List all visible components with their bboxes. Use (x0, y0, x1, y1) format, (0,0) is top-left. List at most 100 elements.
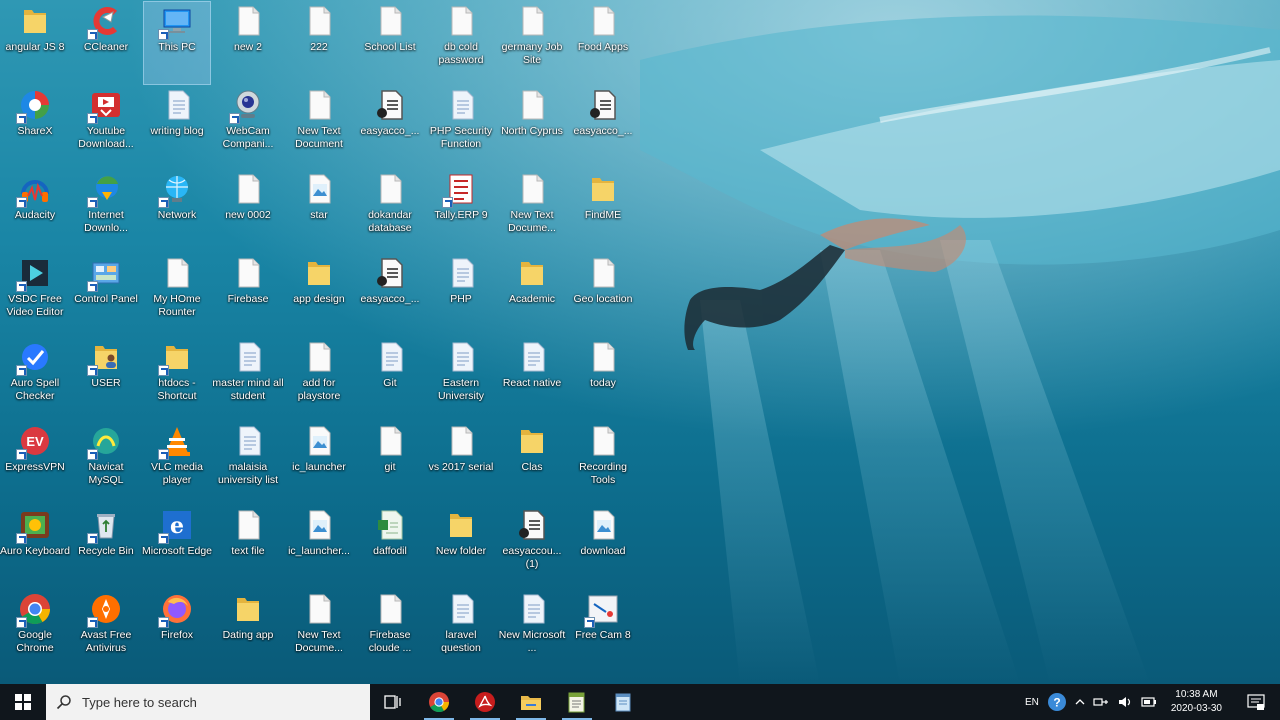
desktop-icon-new-0002[interactable]: new 0002 (215, 170, 281, 252)
desktop-icon-this-pc[interactable]: This PC (143, 1, 211, 85)
language-indicator[interactable]: EN (1021, 684, 1043, 720)
desktop-icon-db-cold-password[interactable]: db cold password (428, 2, 494, 84)
desktop-icon-recycle-bin[interactable]: Recycle Bin (73, 506, 139, 588)
desktop-icon-school-list[interactable]: School List (357, 2, 423, 84)
desktop-icon-label: malaisia university list (217, 461, 279, 486)
taskbar-search-box[interactable]: Type here to search (46, 684, 370, 720)
desktop-icon-git[interactable]: git (357, 422, 423, 504)
desktop-icon-user[interactable]: USER (73, 338, 139, 420)
desktop-icon-firebase[interactable]: Firebase (215, 254, 281, 336)
desktop-icon-ic-launcher[interactable]: ic_launcher (286, 422, 352, 504)
desktop-icon-food-apps[interactable]: Food Apps (570, 2, 636, 84)
desktop-icon-laravel-question[interactable]: laravel question (428, 590, 494, 672)
taskbar-chrome[interactable] (416, 684, 462, 720)
desktop-icon-dating-app[interactable]: Dating app (215, 590, 281, 672)
desktop-icon-react-native[interactable]: React native (499, 338, 565, 420)
desktop-icon-app-design[interactable]: app design (286, 254, 352, 336)
desktop-icon-label: React native (502, 377, 562, 389)
taskbar-notepad-plus[interactable] (554, 684, 600, 720)
desktop-icon-youtube-download[interactable]: Youtube Download... (73, 86, 139, 168)
taskbar-notepad[interactable] (600, 684, 646, 720)
desktop-icon-expressvpn[interactable]: EV ExpressVPN (2, 422, 68, 504)
desktop-icon-writing-blog[interactable]: writing blog (144, 86, 210, 168)
desktop-icon-dokandar-database[interactable]: dokandar database (357, 170, 423, 252)
desktop-icon-easyaccou-1[interactable]: easyaccou... (1) (499, 506, 565, 588)
desktop-icon-google-chrome[interactable]: Google Chrome (2, 590, 68, 672)
desktop-icon-auro-spell-checker[interactable]: Auro Spell Checker (2, 338, 68, 420)
tray-app-button[interactable]: ? (1043, 684, 1071, 720)
folder-icon (158, 340, 194, 376)
desktop-icon-vlc-media-player[interactable]: VLC media player (144, 422, 210, 504)
desktop-icon-git[interactable]: Git (357, 338, 423, 420)
desktop-icon-eastern-university[interactable]: Eastern University (428, 338, 494, 420)
power-button[interactable] (1137, 684, 1161, 720)
desktop-icon-academic[interactable]: Academic (499, 254, 565, 336)
desktop-icon-master-mind-all-student[interactable]: master mind all student (212, 338, 284, 420)
desktop-icon-htdocs-shortcut[interactable]: htdocs - Shortcut (144, 338, 210, 420)
network-status-button[interactable] (1089, 684, 1113, 720)
clock[interactable]: 10:38 AM 2020-03-30 (1161, 684, 1232, 720)
desktop-icon-vs-2017-serial[interactable]: vs 2017 serial (428, 422, 494, 504)
desktop-icon-firefox[interactable]: Firefox (144, 590, 210, 672)
desktop-icon-recording-tools[interactable]: Recording Tools (570, 422, 636, 504)
desktop-icon-microsoft-edge[interactable]: e Microsoft Edge (142, 506, 212, 588)
desktop-icon-ic-launcher[interactable]: ic_launcher... (286, 506, 352, 588)
start-button[interactable] (0, 684, 46, 720)
desktop-icon-star[interactable]: star (286, 170, 352, 252)
desktop-icon-new-microsoft[interactable]: New Microsoft ... (499, 590, 565, 672)
desktop-icon-webcam-compani[interactable]: WebCam Compani... (215, 86, 281, 168)
desktop-icon-today[interactable]: today (570, 338, 636, 420)
desktop-icon-new-text-docume[interactable]: New Text Docume... (286, 590, 352, 672)
taskbar-adobe-reader[interactable] (462, 684, 508, 720)
desktop-icon-germany-job-site[interactable]: germany Job Site (499, 2, 565, 84)
desktop-icon-free-cam-8[interactable]: Free Cam 8 (570, 590, 636, 672)
desktop-icon-php[interactable]: PHP (428, 254, 494, 336)
desktop-icon-new-text-document[interactable]: New Text Document (286, 86, 352, 168)
desktop-icon-download[interactable]: download (570, 506, 636, 588)
audacity-icon (16, 172, 52, 208)
desktop-icon-north-cyprus[interactable]: North Cyprus (499, 86, 565, 168)
desktop-icon-ccleaner[interactable]: CCleaner (73, 2, 139, 84)
desktop-icon-firebase-cloude[interactable]: Firebase cloude ... (357, 590, 423, 672)
desktop-icon-vsdc-free-video-editor[interactable]: VSDC Free Video Editor (2, 254, 68, 336)
desktop-icon-php-security-function[interactable]: PHP Security Function (428, 86, 494, 168)
desktop-icon-control-panel[interactable]: Control Panel (73, 254, 139, 336)
desktop-icon-tally-erp-9[interactable]: Tally.ERP 9 (428, 170, 494, 252)
desktop-icon-label: master mind all student (212, 377, 284, 402)
taskbar-file-explorer[interactable] (508, 684, 554, 720)
desktop-icon-auro-keyboard[interactable]: Auro Keyboard (0, 506, 70, 588)
desktop-icon-angular-js-8[interactable]: angular JS 8 (2, 2, 68, 84)
desktop-icon-222[interactable]: 222 (286, 2, 352, 84)
desktop-icon-geo-location[interactable]: Geo location (570, 254, 636, 336)
shortcut-arrow-icon (87, 281, 98, 292)
desktop-icon-internet-downlo[interactable]: Internet Downlo... (73, 170, 139, 252)
desktop-icon-text-file[interactable]: text file (215, 506, 281, 588)
docx-icon (231, 340, 265, 374)
desktop-icon-sharex[interactable]: ShareX (2, 86, 68, 168)
desktop-icon-avast-free-antivirus[interactable]: Avast Free Antivirus (73, 590, 139, 672)
expressvpn-icon: EV (16, 424, 52, 460)
desktop-icon-label: 222 (310, 41, 328, 53)
desktop-icon-my-home-rounter[interactable]: My HOme Rounter (144, 254, 210, 336)
desktop-icon-add-for-playstore[interactable]: add for playstore (286, 338, 352, 420)
folder-icon (521, 696, 541, 710)
desktop-icon-findme[interactable]: FindME (570, 170, 636, 252)
volume-button[interactable] (1113, 684, 1137, 720)
desktop-icon-new-folder[interactable]: New folder (428, 506, 494, 588)
action-center-button[interactable] (1232, 684, 1280, 720)
docx-icon (444, 592, 478, 626)
desktop-icon-navicat-mysql[interactable]: Navicat MySQL (73, 422, 139, 504)
desktop-icon-easyacco[interactable]: easyacco_... (570, 86, 636, 168)
desktop-icon-malaisia-university-list[interactable]: malaisia university list (215, 422, 281, 504)
desktop-icon-easyacco[interactable]: easyacco_... (357, 254, 423, 336)
task-view-button[interactable] (370, 684, 416, 720)
desktop-icon-new-text-docume[interactable]: New Text Docume... (499, 170, 565, 252)
show-hidden-icons-button[interactable] (1071, 684, 1089, 720)
folder-icon (87, 340, 123, 376)
desktop-icon-network[interactable]: Network (144, 170, 210, 252)
desktop-icon-easyacco[interactable]: easyacco_... (357, 86, 423, 168)
desktop-icon-daffodil[interactable]: daffodil (357, 506, 423, 588)
desktop-icon-new-2[interactable]: new 2 (215, 2, 281, 84)
desktop-icon-audacity[interactable]: Audacity (2, 170, 68, 252)
desktop-icon-clas[interactable]: Clas (499, 422, 565, 504)
